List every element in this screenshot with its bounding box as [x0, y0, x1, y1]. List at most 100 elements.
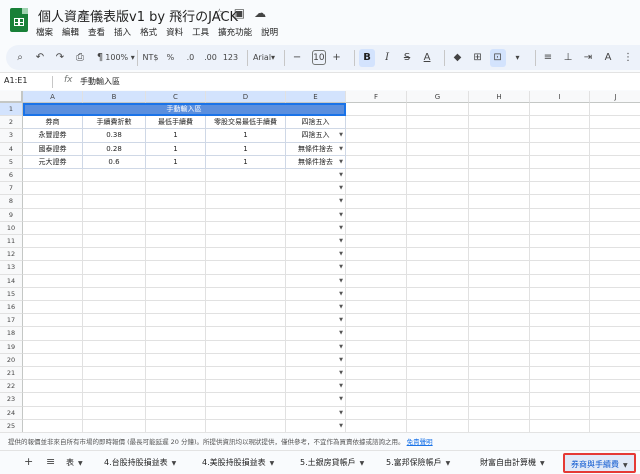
grid-cell[interactable]: ▼ — [286, 367, 346, 381]
grid-cell[interactable] — [23, 314, 83, 328]
increase-decimal-button[interactable]: .00 — [202, 49, 218, 67]
row-header[interactable]: 2 — [0, 116, 23, 130]
grid-cell[interactable] — [83, 235, 146, 249]
grid-cell[interactable] — [206, 406, 286, 420]
grid-cell[interactable]: ▼ — [286, 195, 346, 209]
grid-cell[interactable]: ▼ — [286, 353, 346, 367]
dropdown-chevron-icon[interactable]: ▼ — [339, 248, 343, 260]
sheet-tab-tw-stock[interactable]: 4.台股持股損益表 ▼ — [104, 457, 176, 468]
grid-cell[interactable] — [206, 419, 286, 432]
grid-cell[interactable] — [407, 353, 469, 367]
grid-cell[interactable] — [469, 367, 530, 381]
grid-cell[interactable] — [469, 235, 530, 249]
grid-cell[interactable] — [346, 103, 407, 117]
grid-cell[interactable] — [530, 419, 590, 432]
row-header[interactable]: 19 — [0, 340, 23, 354]
dropdown-chevron-icon[interactable]: ▼ — [339, 288, 343, 300]
dropdown-chevron-icon[interactable]: ▼ — [339, 143, 343, 155]
grid-cell[interactable] — [469, 221, 530, 235]
zoom-select[interactable]: 100% ▾ — [105, 49, 134, 67]
grid-cell[interactable] — [407, 116, 469, 130]
grid-cell[interactable] — [346, 169, 407, 183]
table-header-cell[interactable]: 四捨五入 — [286, 116, 346, 130]
grid-cell[interactable]: ▼ — [286, 261, 346, 275]
grid-cell[interactable] — [83, 393, 146, 407]
undo-icon[interactable]: ↶ — [32, 49, 48, 67]
input-area-banner[interactable]: 手動輸入區 — [23, 103, 346, 117]
grid-cell[interactable]: ▼ — [286, 340, 346, 354]
grid-cell[interactable] — [530, 142, 590, 156]
row-header[interactable]: 9 — [0, 208, 23, 222]
grid-cell[interactable] — [346, 419, 407, 432]
row-header[interactable]: 22 — [0, 380, 23, 394]
grid-cell[interactable]: ▼ — [286, 221, 346, 235]
grid-cell[interactable] — [590, 169, 640, 183]
grid-cell[interactable] — [83, 327, 146, 341]
grid-cell[interactable] — [206, 314, 286, 328]
grid-cell[interactable] — [590, 222, 640, 235]
grid-cell[interactable] — [590, 195, 640, 209]
strikethrough-button[interactable]: S — [399, 49, 415, 67]
grid-cell[interactable] — [83, 367, 146, 381]
table-cell[interactable]: 1 — [146, 129, 206, 143]
fill-color-icon[interactable]: ◆ — [450, 49, 466, 67]
grid-cell[interactable] — [346, 301, 407, 315]
grid-cell[interactable] — [590, 367, 640, 381]
grid-cell[interactable] — [206, 327, 286, 341]
grid-cell[interactable] — [146, 208, 206, 222]
row-header[interactable]: 15 — [0, 287, 23, 301]
grid-cell[interactable] — [23, 301, 83, 315]
grid-cell[interactable] — [530, 353, 590, 367]
grid-cell[interactable] — [23, 261, 83, 275]
grid-cell[interactable] — [83, 195, 146, 209]
grid-cell[interactable] — [407, 129, 469, 143]
grid-cell[interactable] — [346, 208, 407, 222]
grid-cell[interactable] — [346, 353, 407, 367]
grid-cell[interactable] — [146, 367, 206, 381]
rounding-select-cell[interactable]: 四捨五入 ▼ — [286, 129, 346, 143]
row-header[interactable]: 7 — [0, 182, 23, 196]
grid-cell[interactable] — [206, 221, 286, 235]
grid-cell[interactable]: ▼ — [286, 248, 346, 262]
grid-cell[interactable] — [83, 248, 146, 262]
grid-cell[interactable] — [469, 274, 530, 288]
grid-cell[interactable] — [346, 287, 407, 301]
dropdown-chevron-icon[interactable]: ▼ — [339, 261, 343, 273]
column-header-f[interactable]: F — [346, 91, 407, 103]
grid-cell[interactable] — [407, 169, 469, 183]
grid-cell[interactable]: ▼ — [286, 182, 346, 196]
rounding-select-cell[interactable]: 無條件捨去 ▼ — [286, 142, 346, 156]
grid-cell[interactable] — [146, 327, 206, 341]
font-size-input[interactable]: 10 — [312, 50, 326, 65]
column-header-h[interactable]: H — [469, 91, 530, 103]
row-header[interactable]: 13 — [0, 261, 23, 275]
grid-cell[interactable] — [346, 221, 407, 235]
grid-cell[interactable] — [469, 419, 530, 432]
dropdown-chevron-icon[interactable]: ▼ — [339, 380, 343, 392]
row-header[interactable]: 6 — [0, 169, 23, 183]
grid-cell[interactable] — [530, 182, 590, 196]
table-cell[interactable]: 永豐證券 — [23, 129, 83, 143]
menu-extensions[interactable]: 擴充功能 — [218, 26, 252, 38]
sheet-tab-insurance[interactable]: 5.富邦保險帳戶 ▼ — [386, 457, 450, 468]
grid-cell[interactable] — [146, 195, 206, 209]
column-header-b[interactable]: B — [83, 91, 146, 103]
row-header[interactable]: 1 — [0, 103, 23, 117]
grid-cell[interactable] — [407, 340, 469, 354]
grid-cell[interactable] — [590, 393, 640, 407]
star-icon[interactable]: ☆ — [214, 6, 225, 20]
grid-cell[interactable] — [407, 419, 469, 432]
grid-cell[interactable] — [469, 314, 530, 328]
grid-cell[interactable] — [23, 208, 83, 222]
row-header[interactable]: 12 — [0, 248, 23, 262]
grid-cell[interactable] — [407, 182, 469, 196]
currency-format-button[interactable]: NT$ — [142, 49, 158, 67]
table-cell[interactable]: 國泰證券 — [23, 142, 83, 156]
all-sheets-icon[interactable]: ≡ — [46, 455, 55, 468]
grid-cell[interactable] — [590, 354, 640, 367]
column-header-c[interactable]: C — [146, 91, 206, 103]
grid-cell[interactable] — [530, 169, 590, 183]
text-wrap-icon[interactable]: ⇥ — [580, 49, 596, 67]
dropdown-chevron-icon[interactable]: ▼ — [339, 393, 343, 405]
grid-cell[interactable] — [530, 221, 590, 235]
